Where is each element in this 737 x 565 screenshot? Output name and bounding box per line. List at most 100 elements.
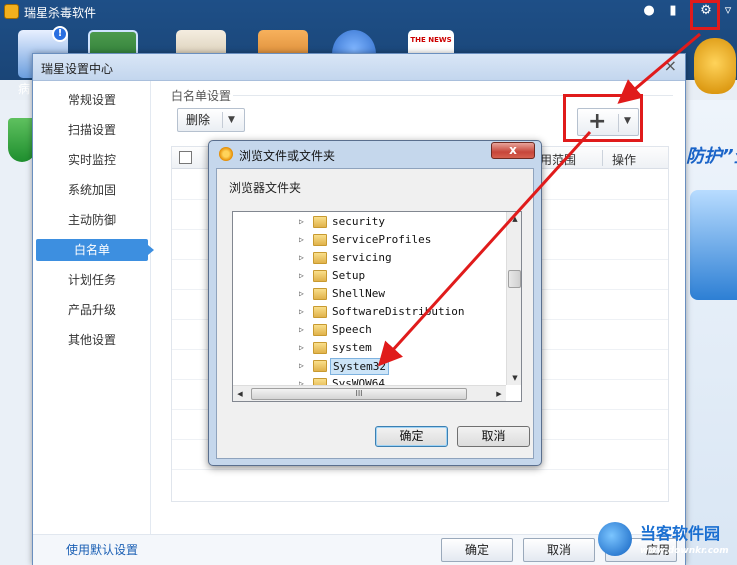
folder-tree[interactable]: ▷ security ▷ ServiceProfiles ▷ servicing… — [232, 211, 522, 402]
delete-button[interactable]: 删除 ▼ — [177, 108, 245, 132]
scroll-thumb[interactable] — [508, 270, 521, 288]
settings-title: 瑞星设置中心 — [41, 62, 114, 76]
tree-item-label: security — [332, 215, 385, 228]
nav-item-general[interactable]: 常规设置 — [33, 89, 151, 111]
nav-item-scan[interactable]: 扫描设置 — [33, 119, 151, 141]
cancel-button[interactable]: 取消 — [523, 538, 595, 562]
tree-item[interactable]: ▷ security — [233, 213, 505, 231]
nav-item-whitelist[interactable]: 白名单 — [36, 239, 154, 261]
add-highlight-box — [563, 94, 643, 142]
browse-cancel-button[interactable]: 取消 — [457, 426, 530, 447]
expand-icon[interactable]: ▷ — [299, 285, 304, 303]
tree-item-label: system — [332, 341, 372, 354]
folder-icon — [313, 270, 327, 282]
tree-item-label: System32 — [330, 358, 389, 375]
close-icon[interactable]: × — [664, 57, 677, 75]
select-all-checkbox[interactable] — [179, 151, 192, 164]
app-logo-icon — [219, 147, 233, 161]
scroll-right-icon[interactable]: ▶ — [492, 386, 506, 401]
horizontal-scrollbar[interactable]: ◀ III ▶ — [233, 385, 506, 401]
browse-client-area: 浏览器文件夹 ▷ security ▷ ServiceProfiles ▷ se… — [216, 168, 534, 459]
browse-ok-button[interactable]: 确定 — [375, 426, 448, 447]
expand-icon[interactable]: ▷ — [299, 267, 304, 285]
tree-item-label: ServiceProfiles — [332, 233, 432, 246]
cloud-shield-icon — [690, 190, 737, 300]
folder-icon — [313, 360, 327, 372]
tree-item[interactable]: ▷ servicing — [233, 249, 505, 267]
tree-item[interactable]: ▷ system — [233, 339, 505, 357]
ok-button[interactable]: 确定 — [441, 538, 513, 562]
tree-item[interactable]: ▷ SysWOW64 — [233, 375, 505, 385]
browse-folder-dialog: 浏览文件或文件夹 x 浏览器文件夹 ▷ security ▷ ServicePr… — [208, 140, 542, 466]
tree-item[interactable]: ▷ ServiceProfiles — [233, 231, 505, 249]
section-title: 白名单设置 — [171, 89, 232, 103]
nav-item-other[interactable]: 其他设置 — [33, 329, 151, 351]
user-icon[interactable]: ● — [640, 2, 658, 20]
folder-icon — [313, 234, 327, 246]
folder-icon — [313, 324, 327, 336]
settings-footer: 使用默认设置 确定 取消 应用 — [33, 534, 685, 565]
tree-item-label: SoftwareDistribution — [332, 305, 465, 318]
tree-item-selected[interactable]: ▷ System32 — [233, 357, 505, 375]
scroll-up-icon[interactable]: ▲ — [507, 212, 521, 226]
tree-item[interactable]: ▷ Speech — [233, 321, 505, 339]
expand-icon[interactable]: ▷ — [299, 357, 304, 375]
watermark-logo-icon — [598, 522, 632, 556]
watermark-url: www.downkr.com — [640, 546, 729, 556]
shirt-skin-icon[interactable]: ▮ — [664, 2, 682, 20]
folder-icon — [313, 378, 327, 385]
vertical-scrollbar[interactable]: ▲ ▼ — [506, 212, 521, 385]
settings-nav: 常规设置 扫描设置 实时监控 系统加固 主动防御 白名单 计划任务 产品升级 其… — [33, 81, 154, 534]
column-header-scope[interactable]: 用范围 — [540, 151, 576, 168]
folder-icon — [313, 306, 327, 318]
app-logo-icon — [4, 4, 19, 19]
app-right-slogan: 防护”全 — [686, 146, 737, 167]
tree-item-label: SysWOW64 — [332, 377, 385, 385]
folder-icon — [313, 252, 327, 264]
app-titlebar: 瑞星杀毒软件 ● ▮ ⚙ ▿ — [0, 0, 737, 24]
menu-dropdown-icon[interactable]: ▿ — [719, 2, 737, 20]
news-tile-label: THE NEWS — [410, 36, 452, 44]
table-row-divider — [172, 469, 668, 470]
notification-badge: ! — [52, 26, 68, 42]
scroll-thumb[interactable]: III — [251, 388, 467, 400]
expand-icon[interactable]: ▷ — [299, 213, 304, 231]
chevron-down-icon[interactable]: ▼ — [228, 109, 235, 131]
folder-icon — [313, 216, 327, 228]
expand-icon[interactable]: ▷ — [299, 303, 304, 321]
close-button[interactable]: x — [491, 142, 535, 159]
expand-icon[interactable]: ▷ — [299, 231, 304, 249]
expand-icon[interactable]: ▷ — [299, 249, 304, 267]
nav-item-hardening[interactable]: 系统加固 — [33, 179, 151, 201]
lion-logo-icon — [694, 38, 736, 94]
browse-title: 浏览文件或文件夹 — [239, 149, 336, 163]
nav-item-upgrade[interactable]: 产品升级 — [33, 299, 151, 321]
nav-item-schedule[interactable]: 计划任务 — [33, 269, 151, 291]
expand-icon[interactable]: ▷ — [299, 321, 304, 339]
folder-icon — [313, 342, 327, 354]
browse-titlebar: 浏览文件或文件夹 x — [209, 141, 541, 167]
column-header-action[interactable]: 操作 — [612, 151, 636, 168]
watermark-title: 当客软件园 — [640, 524, 721, 543]
folder-icon — [313, 288, 327, 300]
settings-titlebar: 瑞星设置中心 × — [33, 54, 685, 81]
browse-description: 浏览器文件夹 — [229, 181, 302, 195]
tree-item-label: Speech — [332, 323, 372, 336]
tree-item[interactable]: ▷ ShellNew — [233, 285, 505, 303]
tree-item[interactable]: ▷ SoftwareDistribution — [233, 303, 505, 321]
tree-item[interactable]: ▷ Setup — [233, 267, 505, 285]
tree-item-label: Setup — [332, 269, 366, 282]
scroll-down-icon[interactable]: ▼ — [507, 371, 521, 385]
nav-item-realtime[interactable]: 实时监控 — [33, 149, 151, 171]
scroll-left-icon[interactable]: ◀ — [233, 386, 247, 401]
app-left-panel — [0, 100, 33, 565]
restore-defaults-link[interactable]: 使用默认设置 — [66, 541, 138, 558]
app-left-tab-label: 病 — [18, 82, 31, 96]
column-divider — [602, 150, 603, 166]
app-title: 瑞星杀毒软件 — [24, 6, 97, 20]
nav-item-active-defense[interactable]: 主动防御 — [33, 209, 151, 231]
expand-icon[interactable]: ▷ — [299, 375, 304, 385]
divider — [222, 112, 223, 128]
expand-icon[interactable]: ▷ — [299, 339, 304, 357]
tree-item-label: servicing — [332, 251, 392, 264]
